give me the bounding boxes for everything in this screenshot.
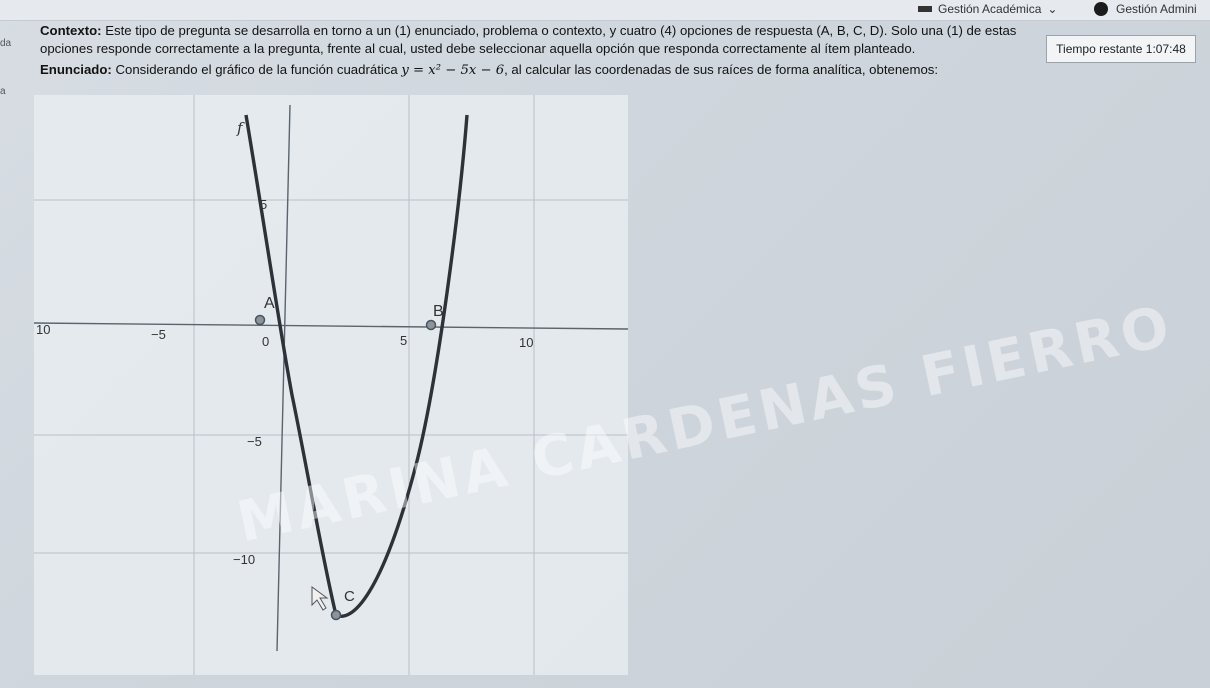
contexto-label: Contexto: xyxy=(40,23,102,38)
grad-cap-icon xyxy=(918,6,932,12)
question-block: Contexto: Este tipo de pregunta se desar… xyxy=(40,22,1190,80)
chevron-down-icon: ⌄ xyxy=(1047,2,1058,16)
x-tick-label: 10 xyxy=(519,335,533,350)
function-formula: y = x² − 5x − 6 xyxy=(401,63,505,78)
graph-svg: f 5 −5 −10 10 −5 0 5 10 A B C xyxy=(33,95,629,675)
point-b-label: B xyxy=(433,303,444,320)
point-c-marker xyxy=(330,609,342,621)
x-tick-label: 10 xyxy=(36,322,50,337)
nav-gestion-admin[interactable]: Gestión Admini xyxy=(1094,2,1197,16)
x-tick-label: 5 xyxy=(400,333,407,348)
contexto-text: Este tipo de pregunta se desarrolla en t… xyxy=(40,23,1017,56)
nav-gestion-academica[interactable]: Gestión Académica ⌄ xyxy=(918,0,1057,18)
enunciado-label: Enunciado: xyxy=(40,62,112,77)
nav-gestion-admin-label: Gestión Admini xyxy=(1116,2,1197,16)
alert-icon xyxy=(1094,2,1108,16)
x-tick-label: 0 xyxy=(262,334,269,349)
left-strip-text-1: da xyxy=(0,38,12,49)
y-tick-label: 5 xyxy=(260,197,267,212)
point-b-marker xyxy=(425,319,437,331)
point-a-label: A xyxy=(264,295,275,312)
x-tick-label: −5 xyxy=(151,327,166,342)
function-graph: f 5 −5 −10 10 −5 0 5 10 A B C xyxy=(33,95,629,675)
enunciado-text-after: , al calcular las coordenadas de sus raí… xyxy=(504,62,939,77)
point-c-label: C xyxy=(344,588,355,605)
top-navigation-bar: Gestión Académica ⌄ Gestión Admini xyxy=(0,0,1210,21)
timer-value: 1:07:48 xyxy=(1145,42,1186,56)
nav-gestion-academica-label: Gestión Académica xyxy=(938,2,1042,16)
timer-box: Tiempo restante 1:07:48 xyxy=(1046,35,1196,63)
y-tick-label: −5 xyxy=(247,434,262,449)
contexto-paragraph: Contexto: Este tipo de pregunta se desar… xyxy=(40,22,1190,57)
timer-label: Tiempo restante xyxy=(1056,42,1143,56)
enunciado-text-before: Considerando el gráfico de la función cu… xyxy=(115,62,398,77)
enunciado-paragraph: Enunciado: Considerando el gráfico de la… xyxy=(40,61,1190,80)
point-a-marker xyxy=(254,314,266,326)
left-strip-text-2: a xyxy=(0,86,6,97)
